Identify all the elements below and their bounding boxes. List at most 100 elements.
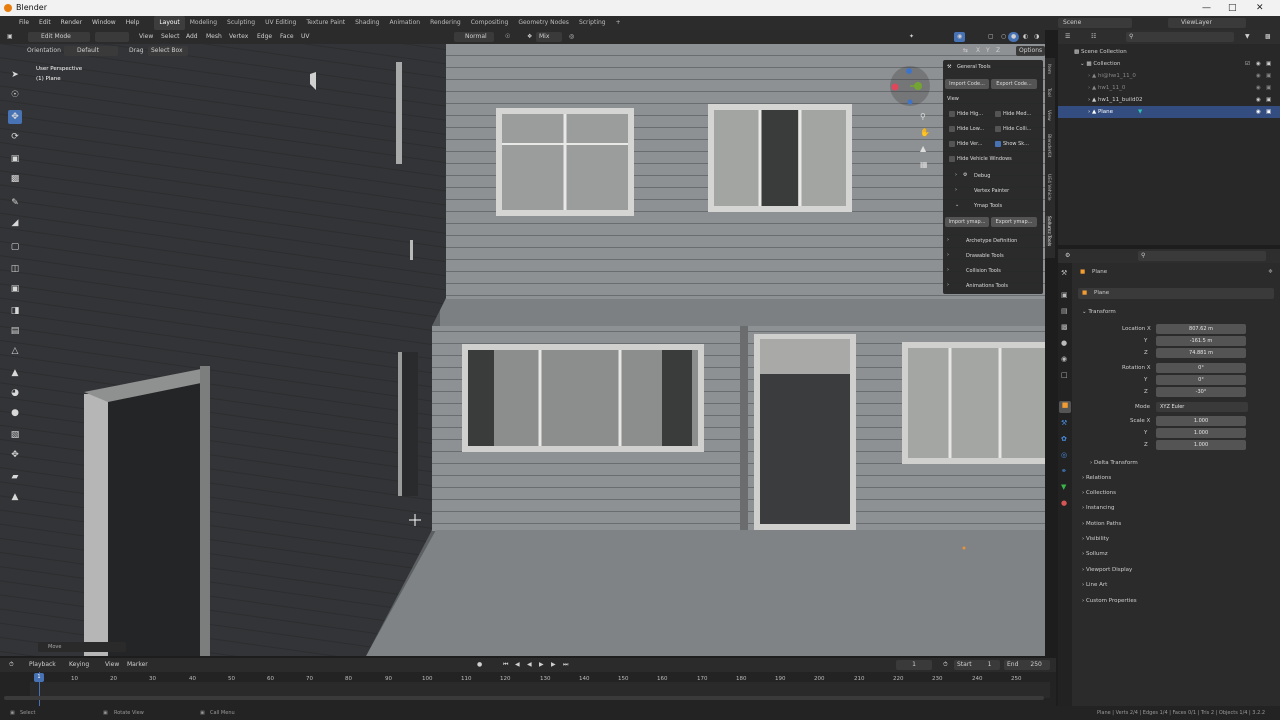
mirror-z-toggle[interactable]: Z: [993, 46, 1003, 56]
knife-tool-icon[interactable]: △: [8, 344, 22, 358]
editor-type-icon[interactable]: ▣: [4, 32, 16, 42]
hide-vehicle-windows-checkbox[interactable]: [949, 156, 955, 162]
add-cube-tool-icon[interactable]: ▢: [8, 240, 22, 254]
playhead-frame-badge[interactable]: 1: [34, 673, 44, 682]
outliner-row-object[interactable]: › ▲ hi@hw1_11_0 ◉ ▣: [1058, 70, 1280, 82]
archetype-chevron-icon[interactable]: ›: [947, 237, 949, 243]
tab-blenderkit[interactable]: BlenderKit: [1046, 134, 1051, 157]
visibility-eye-icon[interactable]: ◉: [1256, 70, 1261, 82]
animations-tools-header[interactable]: Animations Tools: [966, 283, 1008, 289]
vertex-painter-chevron-icon[interactable]: ›: [955, 187, 957, 193]
menu-timeline-view[interactable]: View: [102, 660, 122, 670]
delta-transform-section[interactable]: › Delta Transform: [1090, 460, 1138, 466]
transform-tool-icon[interactable]: ▩: [8, 172, 22, 186]
collections-section[interactable]: › Collections: [1082, 490, 1116, 496]
data-tab-icon[interactable]: ▼: [1061, 483, 1066, 491]
export-ymap-button[interactable]: Export ymap...: [991, 217, 1037, 227]
spin-tool-icon[interactable]: ◕: [8, 386, 22, 400]
sollumz-section[interactable]: › Sollumz: [1082, 551, 1108, 557]
tab-shading[interactable]: Shading: [350, 16, 384, 30]
hide-vertex-checkbox[interactable]: [949, 141, 955, 147]
exclude-checkbox[interactable]: ☑: [1245, 58, 1250, 70]
menu-mesh[interactable]: Mesh: [203, 32, 225, 42]
shrink-fatten-tool-icon[interactable]: ✥: [8, 448, 22, 462]
rotation-y-field[interactable]: 0°: [1156, 375, 1246, 385]
particles-tab-icon[interactable]: ✿: [1061, 435, 1067, 443]
menu-help[interactable]: Help: [121, 16, 145, 30]
tab-geometry-nodes[interactable]: Geometry Nodes: [513, 16, 574, 30]
drag-dropdown[interactable]: Select Box: [148, 46, 188, 56]
outliner-row-object[interactable]: › ▲ hw1_11_build02 ◉ ▣: [1058, 94, 1280, 106]
grid-toggle-icon[interactable]: ▦: [920, 160, 928, 169]
end-frame-field[interactable]: End 250: [1004, 660, 1050, 670]
custom-properties-section[interactable]: › Custom Properties: [1082, 598, 1137, 604]
menu-add[interactable]: Add: [183, 32, 201, 42]
transform-section[interactable]: ⌄ Transform: [1082, 309, 1116, 315]
shear-tool-icon[interactable]: ▰: [8, 470, 22, 484]
rotate-tool-icon[interactable]: ⟳: [8, 130, 22, 144]
play-icon[interactable]: ▶: [536, 660, 547, 670]
menu-view[interactable]: View: [136, 32, 156, 42]
loop-cut-tool-icon[interactable]: ▤: [8, 324, 22, 338]
tab-rendering[interactable]: Rendering: [425, 16, 466, 30]
outliner-row-plane[interactable]: › ▲ Plane ▼ ◉ ▣: [1058, 106, 1280, 118]
archetype-definition-header[interactable]: Archetype Definition: [966, 238, 1017, 244]
maximize-icon[interactable]: □: [1228, 0, 1237, 16]
material-tab-icon[interactable]: ●: [1061, 499, 1067, 507]
menu-playback[interactable]: Playback: [26, 660, 59, 670]
timeline-editor-type-icon[interactable]: ⏱: [6, 660, 17, 670]
general-tools-header[interactable]: General Tools: [957, 64, 991, 70]
rip-tool-icon[interactable]: ▲: [8, 490, 22, 504]
menu-vertex[interactable]: Vertex: [226, 32, 251, 42]
menu-uv[interactable]: UV: [298, 32, 313, 42]
snap-dropdown[interactable]: Mix: [536, 32, 562, 42]
tab-texture-paint[interactable]: Texture Paint: [301, 16, 350, 30]
cursor-tool-icon[interactable]: ☉: [8, 88, 22, 102]
properties-editor-type-icon[interactable]: ⚙: [1062, 251, 1073, 261]
vertex-painter-label[interactable]: Vertex Painter: [974, 188, 1009, 194]
hide-collision-checkbox[interactable]: [995, 126, 1001, 132]
visibility-eye-icon[interactable]: ◉: [1256, 58, 1261, 70]
outliner-search-input[interactable]: ⚲: [1126, 32, 1234, 42]
drawable-tools-header[interactable]: Drawable Tools: [966, 253, 1004, 259]
outliner-row-object[interactable]: › ▲ hw1_11_0 ◉ ▣: [1058, 82, 1280, 94]
location-z-field[interactable]: 74.881 m: [1156, 348, 1246, 358]
export-code-button[interactable]: Export Code...: [991, 79, 1037, 89]
tab-sculpting[interactable]: Sculpting: [222, 16, 260, 30]
rotation-x-field[interactable]: 0°: [1156, 363, 1246, 373]
display-mode-icon[interactable]: ☷: [1088, 32, 1099, 42]
jump-end-icon[interactable]: ⏭: [560, 660, 571, 670]
scene-tab-icon[interactable]: ●: [1061, 339, 1067, 347]
debug-label[interactable]: Debug: [974, 173, 990, 179]
mirror-x-toggle[interactable]: X: [973, 46, 983, 56]
bevel-tool-icon[interactable]: ◨: [8, 304, 22, 318]
output-tab-icon[interactable]: ▤: [1061, 307, 1068, 315]
outliner-editor-type-icon[interactable]: ☰: [1062, 32, 1073, 42]
preview-range-icon[interactable]: ⏱: [940, 660, 951, 670]
object-name-field[interactable]: ■ Plane: [1078, 288, 1274, 299]
pin-icon[interactable]: ❖: [1268, 269, 1273, 275]
current-frame-field[interactable]: 1: [896, 660, 932, 670]
collision-tools-header[interactable]: Collision Tools: [966, 268, 1001, 274]
constraints-tab-icon[interactable]: ⚭: [1061, 467, 1067, 475]
gizmo-toggle-icon[interactable]: ✦: [906, 32, 917, 42]
physics-tab-icon[interactable]: ◎: [1061, 451, 1067, 459]
close-icon[interactable]: ✕: [1256, 0, 1264, 16]
smooth-tool-icon[interactable]: ●: [8, 406, 22, 420]
render-camera-icon[interactable]: ▣: [1266, 70, 1271, 82]
menu-face[interactable]: Face: [277, 32, 297, 42]
timeline-scrollbar[interactable]: [4, 696, 1044, 700]
tab-sollumz-tools[interactable]: Sollumz Tools: [1046, 216, 1051, 247]
rendered-shading-icon[interactable]: ◑: [1031, 32, 1042, 42]
scene-selector[interactable]: Scene: [1058, 18, 1132, 28]
snap-icon[interactable]: ❖: [524, 32, 535, 42]
zoom-icon[interactable]: ⚲: [920, 112, 926, 121]
rotation-z-field[interactable]: -30°: [1156, 387, 1246, 397]
world-tab-icon[interactable]: ◉: [1061, 355, 1067, 363]
camera-view-icon[interactable]: ▲: [920, 144, 926, 153]
debug-chevron-icon[interactable]: ›: [955, 172, 957, 178]
menu-edge[interactable]: Edge: [254, 32, 275, 42]
tool-tab-icon[interactable]: ⚒: [1061, 269, 1067, 277]
material-shading-icon[interactable]: ◐: [1020, 32, 1031, 42]
visibility-eye-icon[interactable]: ◉: [1256, 82, 1261, 94]
